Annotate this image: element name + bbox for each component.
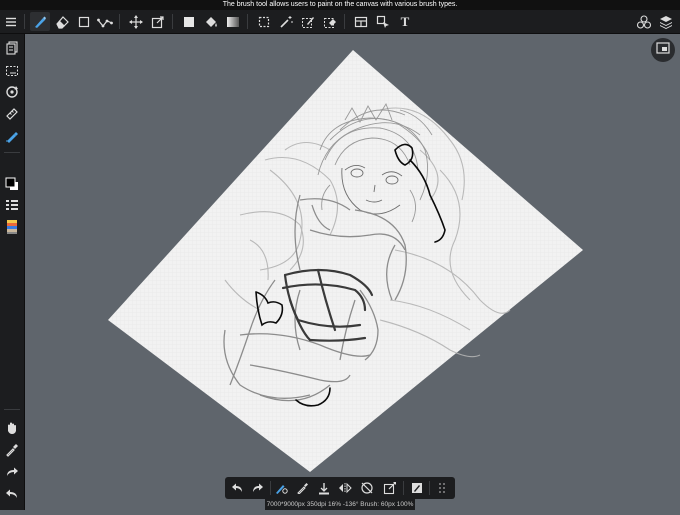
eyedropper-icon[interactable] (293, 478, 313, 498)
auto-select-icon[interactable] (373, 12, 393, 31)
save-icon[interactable] (314, 478, 334, 498)
ruler-icon[interactable] (2, 104, 22, 124)
transform-icon[interactable] (148, 12, 168, 31)
move-icon[interactable] (126, 12, 146, 31)
brush-settings-icon[interactable] (271, 478, 291, 498)
top-toolbar: T (0, 10, 680, 34)
more-icon[interactable] (432, 478, 452, 498)
select-all-icon[interactable] (2, 61, 22, 81)
sketch-light-strokes (224, 107, 511, 358)
sketch-face (341, 165, 403, 215)
rectangle-icon[interactable] (74, 12, 94, 31)
color-swatch-icon[interactable] (2, 174, 22, 194)
canvas-paper (108, 50, 583, 472)
materials-icon[interactable] (634, 12, 654, 31)
fill-color-icon[interactable] (179, 12, 199, 31)
magic-wand-icon[interactable] (276, 12, 296, 31)
redo-icon[interactable] (248, 478, 268, 498)
status-bar: 7000*9000px 350dpi 16% -136° Brush: 60px… (265, 499, 415, 510)
flip-icon[interactable] (335, 478, 355, 498)
text-icon[interactable]: T (395, 12, 415, 31)
gradient-icon[interactable] (223, 12, 243, 31)
layers-icon[interactable] (656, 12, 676, 31)
select-pen-icon[interactable] (298, 12, 318, 31)
undo-icon[interactable] (227, 478, 247, 498)
redo-icon[interactable] (2, 462, 22, 482)
eraser-icon[interactable] (52, 12, 72, 31)
sketch-dark-strokes (281, 268, 374, 342)
shape-icon[interactable] (407, 478, 427, 498)
sketch-ink-lines (255, 143, 446, 407)
menu-icon[interactable] (1, 12, 21, 31)
snap-icon[interactable] (2, 126, 22, 146)
navigator-icon (656, 41, 670, 59)
brush-list-icon[interactable] (2, 195, 22, 215)
eyedropper-icon[interactable] (2, 440, 22, 460)
drawing-canvas[interactable] (0, 0, 680, 510)
hand-icon[interactable] (2, 418, 22, 438)
undo-icon[interactable] (2, 484, 22, 504)
sketch-hair (317, 102, 433, 223)
layers-panel-icon[interactable] (2, 38, 22, 58)
bucket-icon[interactable] (201, 12, 221, 31)
select-rect-icon[interactable] (254, 12, 274, 31)
navigator-button[interactable] (651, 38, 675, 62)
left-sidebar (0, 34, 25, 510)
color-palette-icon[interactable] (2, 217, 22, 237)
bottom-toolbar (225, 477, 455, 499)
sketch-body (223, 194, 407, 402)
rotate-icon[interactable] (2, 82, 22, 102)
transform-icon[interactable] (380, 478, 400, 498)
tool-tooltip: The brush tool allows users to paint on … (0, 0, 680, 10)
select-eraser-icon[interactable] (320, 12, 340, 31)
lasso-line-icon[interactable] (95, 12, 115, 31)
frame-icon[interactable] (351, 12, 371, 31)
rotate-reset-icon[interactable] (357, 478, 377, 498)
brush-icon[interactable] (30, 12, 50, 31)
